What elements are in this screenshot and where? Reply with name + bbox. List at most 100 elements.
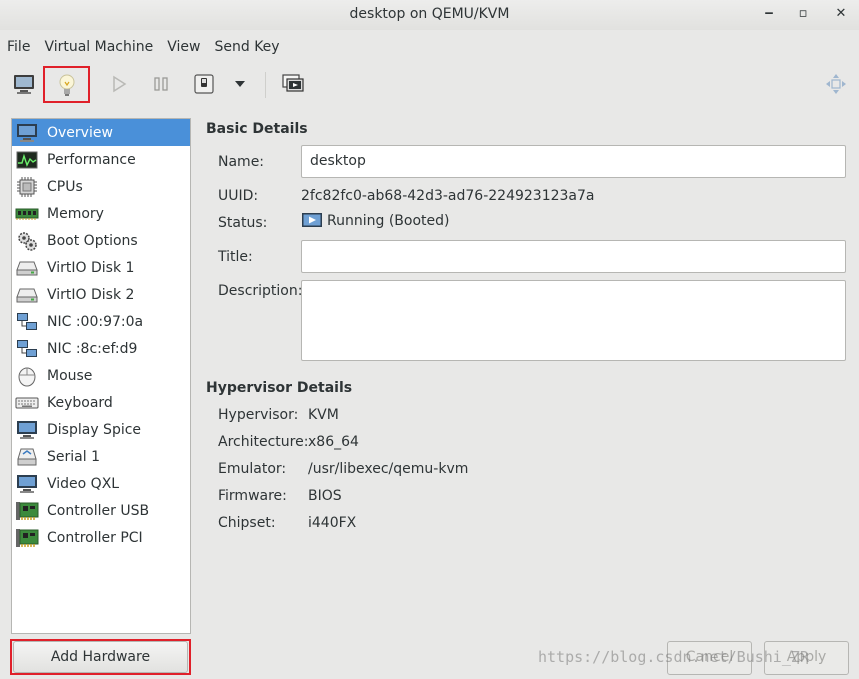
sidebar-item-nic-2[interactable]: NIC :8c:ef:d9 bbox=[12, 335, 190, 362]
menu-virtual-machine[interactable]: Virtual Machine bbox=[37, 34, 160, 60]
sidebar-item-cpus[interactable]: CPUs bbox=[12, 173, 190, 200]
snapshot-icon bbox=[282, 74, 304, 92]
sidebar-item-video-qxl[interactable]: Video QXL bbox=[12, 470, 190, 497]
maximize-button[interactable]: ▫ bbox=[789, 0, 817, 28]
sidebar-item-controller-pci[interactable]: Controller PCI bbox=[12, 524, 190, 551]
sidebar-item-label: CPUs bbox=[47, 178, 83, 195]
sidebar-item-label: Mouse bbox=[47, 367, 93, 384]
display-icon bbox=[15, 419, 39, 441]
pause-button[interactable] bbox=[143, 67, 179, 101]
cpu-chip-icon bbox=[15, 176, 39, 198]
console-icon bbox=[14, 75, 34, 94]
title-field[interactable] bbox=[301, 240, 846, 273]
minimize-button[interactable]: ‒ bbox=[755, 0, 783, 28]
description-field[interactable] bbox=[301, 280, 846, 361]
name-field[interactable]: desktop bbox=[301, 145, 846, 178]
emulator-label: Emulator: bbox=[218, 461, 287, 477]
gears-icon bbox=[15, 230, 39, 252]
pause-icon bbox=[154, 77, 168, 91]
sidebar-item-mouse[interactable]: Mouse bbox=[12, 362, 190, 389]
uuid-label: UUID: bbox=[218, 188, 259, 204]
serial-icon bbox=[15, 446, 39, 468]
sidebar-item-display-spice[interactable]: Display Spice bbox=[12, 416, 190, 443]
hypervisor-label: Hypervisor: bbox=[218, 407, 299, 423]
performance-graph-icon bbox=[15, 149, 39, 171]
play-icon bbox=[113, 75, 127, 93]
monitor-icon bbox=[15, 122, 39, 144]
memory-icon bbox=[15, 203, 39, 225]
toolbar bbox=[0, 62, 859, 108]
sidebar-item-virtio-disk-2[interactable]: VirtIO Disk 2 bbox=[12, 281, 190, 308]
sidebar-item-label: Boot Options bbox=[47, 232, 138, 249]
sidebar-item-label: Overview bbox=[47, 124, 113, 141]
sidebar-item-label: VirtIO Disk 2 bbox=[47, 286, 135, 303]
toolbar-separator bbox=[265, 72, 266, 98]
sidebar-item-label: Display Spice bbox=[47, 421, 142, 438]
window-title: desktop on QEMU/KVM bbox=[349, 6, 510, 22]
menu-view[interactable]: View bbox=[160, 34, 207, 60]
controller-card-icon bbox=[15, 527, 39, 549]
disk-icon bbox=[15, 284, 39, 306]
details-button[interactable] bbox=[43, 66, 90, 103]
fullscreen-button[interactable] bbox=[818, 67, 854, 101]
mouse-icon bbox=[15, 365, 39, 387]
add-hardware-button[interactable]: Add Hardware bbox=[13, 641, 188, 673]
snapshots-button[interactable] bbox=[275, 67, 311, 101]
add-hardware-highlight: Add Hardware bbox=[10, 639, 191, 675]
shutdown-menu-button[interactable] bbox=[223, 67, 257, 101]
window-titlebar: desktop on QEMU/KVM ‒ ▫ ✕ bbox=[0, 0, 859, 30]
chipset-label: Chipset: bbox=[218, 515, 276, 531]
firmware-label: Firmware: bbox=[218, 488, 287, 504]
firmware-value: BIOS bbox=[308, 488, 342, 504]
running-icon bbox=[301, 212, 323, 230]
chipset-value: i440FX bbox=[308, 515, 357, 531]
close-button[interactable]: ✕ bbox=[827, 0, 855, 28]
sidebar-item-label: Video QXL bbox=[47, 475, 120, 492]
sidebar-item-memory[interactable]: Memory bbox=[12, 200, 190, 227]
architecture-label: Architecture: bbox=[218, 434, 309, 450]
power-icon bbox=[194, 74, 214, 94]
controller-card-icon bbox=[15, 500, 39, 522]
menu-send-key[interactable]: Send Key bbox=[207, 34, 286, 60]
sidebar-item-virtio-disk-1[interactable]: VirtIO Disk 1 bbox=[12, 254, 190, 281]
keyboard-icon bbox=[15, 392, 39, 414]
sidebar-item-label: VirtIO Disk 1 bbox=[47, 259, 135, 276]
emulator-value: /usr/libexec/qemu-kvm bbox=[308, 461, 469, 477]
status-label: Status: bbox=[218, 215, 268, 231]
lightbulb-icon bbox=[59, 74, 74, 96]
video-icon bbox=[15, 473, 39, 495]
sidebar-item-label: Keyboard bbox=[47, 394, 113, 411]
network-icon bbox=[15, 338, 39, 360]
dropdown-arrow-icon bbox=[235, 81, 245, 87]
sidebar-item-label: Controller USB bbox=[47, 502, 150, 519]
run-button[interactable] bbox=[101, 67, 137, 101]
watermark: https://blog.csdn.net/Bushi_ZR bbox=[538, 648, 809, 666]
sidebar-item-label: NIC :00:97:0a bbox=[47, 313, 144, 330]
uuid-value: 2fc82fc0-ab68-42d3-ad76-224923123a7a bbox=[301, 188, 595, 204]
sidebar-item-label: Performance bbox=[47, 151, 136, 168]
sidebar-item-nic-1[interactable]: NIC :00:97:0a bbox=[12, 308, 190, 335]
sidebar-item-boot-options[interactable]: Boot Options bbox=[12, 227, 190, 254]
disk-icon bbox=[15, 257, 39, 279]
sidebar-item-label: Memory bbox=[47, 205, 104, 222]
fullscreen-icon bbox=[826, 74, 846, 94]
console-button[interactable] bbox=[6, 67, 42, 101]
sidebar-item-controller-usb[interactable]: Controller USB bbox=[12, 497, 190, 524]
hypervisor-details-heading: Hypervisor Details bbox=[206, 380, 353, 396]
sidebar-item-label: NIC :8c:ef:d9 bbox=[47, 340, 138, 357]
sidebar-item-label: Serial 1 bbox=[47, 448, 100, 465]
sidebar-item-overview[interactable]: Overview bbox=[12, 119, 190, 146]
hardware-list: Overview Performance CPUs Memory Boot Op… bbox=[11, 118, 191, 634]
shutdown-button[interactable] bbox=[186, 67, 222, 101]
name-label: Name: bbox=[218, 154, 265, 170]
basic-details-heading: Basic Details bbox=[206, 121, 308, 137]
network-icon bbox=[15, 311, 39, 333]
sidebar-item-keyboard[interactable]: Keyboard bbox=[12, 389, 190, 416]
title-label: Title: bbox=[218, 249, 253, 265]
sidebar-item-label: Controller PCI bbox=[47, 529, 143, 546]
sidebar-item-serial-1[interactable]: Serial 1 bbox=[12, 443, 190, 470]
status-value: Running (Booted) bbox=[301, 212, 449, 230]
hypervisor-value: KVM bbox=[308, 407, 339, 423]
menu-file[interactable]: File bbox=[0, 34, 37, 60]
sidebar-item-performance[interactable]: Performance bbox=[12, 146, 190, 173]
